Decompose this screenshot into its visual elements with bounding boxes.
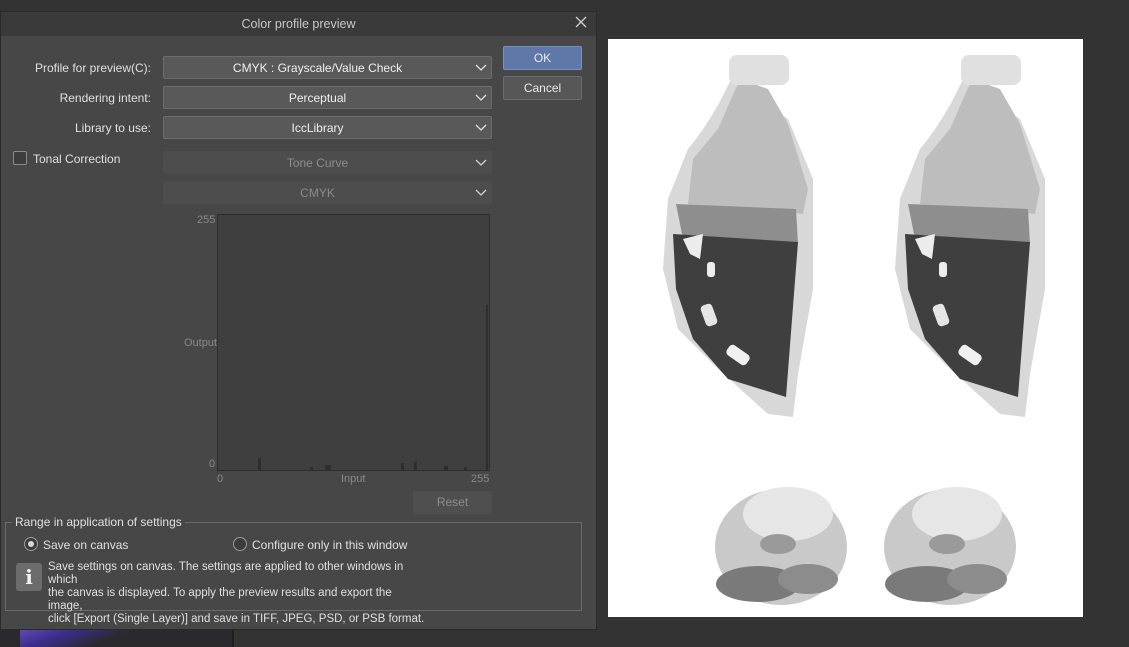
range-settings-group: Range in application of settings Save on…: [5, 515, 582, 625]
tonal-correction-checkbox[interactable]: [13, 151, 27, 165]
graph-x-max: 255: [471, 473, 490, 485]
bottle-right: [895, 55, 1045, 417]
profile-select[interactable]: CMYK : Grayscale/Value Check: [163, 56, 492, 79]
profile-label: Profile for preview(C):: [34, 61, 151, 75]
info-line-1: Save settings on canvas. The settings ar…: [48, 561, 404, 586]
bush-left: [715, 487, 847, 605]
dialog-titlebar[interactable]: Color profile preview: [1, 12, 596, 36]
range-group-title: Range in application of settings: [12, 515, 185, 529]
cancel-button[interactable]: Cancel: [503, 76, 582, 100]
info-line-2: the canvas is displayed. To apply the pr…: [48, 587, 392, 612]
library-select[interactable]: IccLibrary: [163, 116, 492, 139]
close-icon[interactable]: [574, 15, 588, 29]
tone-curve-value: Tone Curve: [286, 156, 349, 170]
window-only-radio[interactable]: [233, 537, 247, 551]
save-on-canvas-label[interactable]: Save on canvas: [43, 538, 128, 552]
save-on-canvas-radio[interactable]: [24, 537, 38, 551]
tone-curve-graph[interactable]: [217, 214, 490, 471]
tonal-correction-label[interactable]: Tonal Correction: [33, 152, 120, 166]
info-line-3: click [Export (Single Layer)] and save i…: [48, 613, 425, 625]
intent-label: Rendering intent:: [59, 91, 151, 105]
graph-y-label: Output: [184, 337, 218, 349]
graph-x-min: 0: [217, 473, 224, 485]
tone-curve-select[interactable]: Tone Curve: [163, 151, 492, 174]
channel-value: CMYK: [300, 186, 335, 200]
library-label: Library to use:: [74, 121, 151, 135]
bottle-left: [663, 55, 813, 417]
intent-value: Perceptual: [288, 91, 347, 105]
profile-value: CMYK : Grayscale/Value Check: [232, 61, 403, 75]
reset-button[interactable]: Reset: [413, 491, 492, 514]
chevron-down-icon: [475, 159, 487, 166]
intent-select[interactable]: Perceptual: [163, 86, 492, 109]
info-icon: i: [16, 563, 42, 591]
ok-button[interactable]: OK: [503, 46, 582, 70]
canvas-preview[interactable]: [608, 39, 1083, 617]
channel-select[interactable]: CMYK: [163, 181, 492, 204]
graph-y-min: 0: [209, 458, 216, 470]
library-value: IccLibrary: [291, 121, 344, 135]
bush-right: [884, 487, 1016, 605]
range-info-text: Save settings on canvas. The settings ar…: [48, 561, 428, 626]
chevron-down-icon: [475, 94, 487, 101]
chevron-down-icon: [475, 189, 487, 196]
chevron-down-icon: [475, 64, 487, 71]
histogram: [258, 305, 488, 470]
color-profile-preview-dialog: Color profile preview Profile for previe…: [0, 11, 597, 630]
canvas-artwork: [663, 55, 1045, 605]
graph-x-label: Input: [341, 473, 366, 485]
chevron-down-icon: [475, 124, 487, 131]
dialog-title: Color profile preview: [241, 17, 356, 31]
window-only-label[interactable]: Configure only in this window: [252, 538, 407, 552]
graph-y-max: 255: [197, 214, 216, 226]
